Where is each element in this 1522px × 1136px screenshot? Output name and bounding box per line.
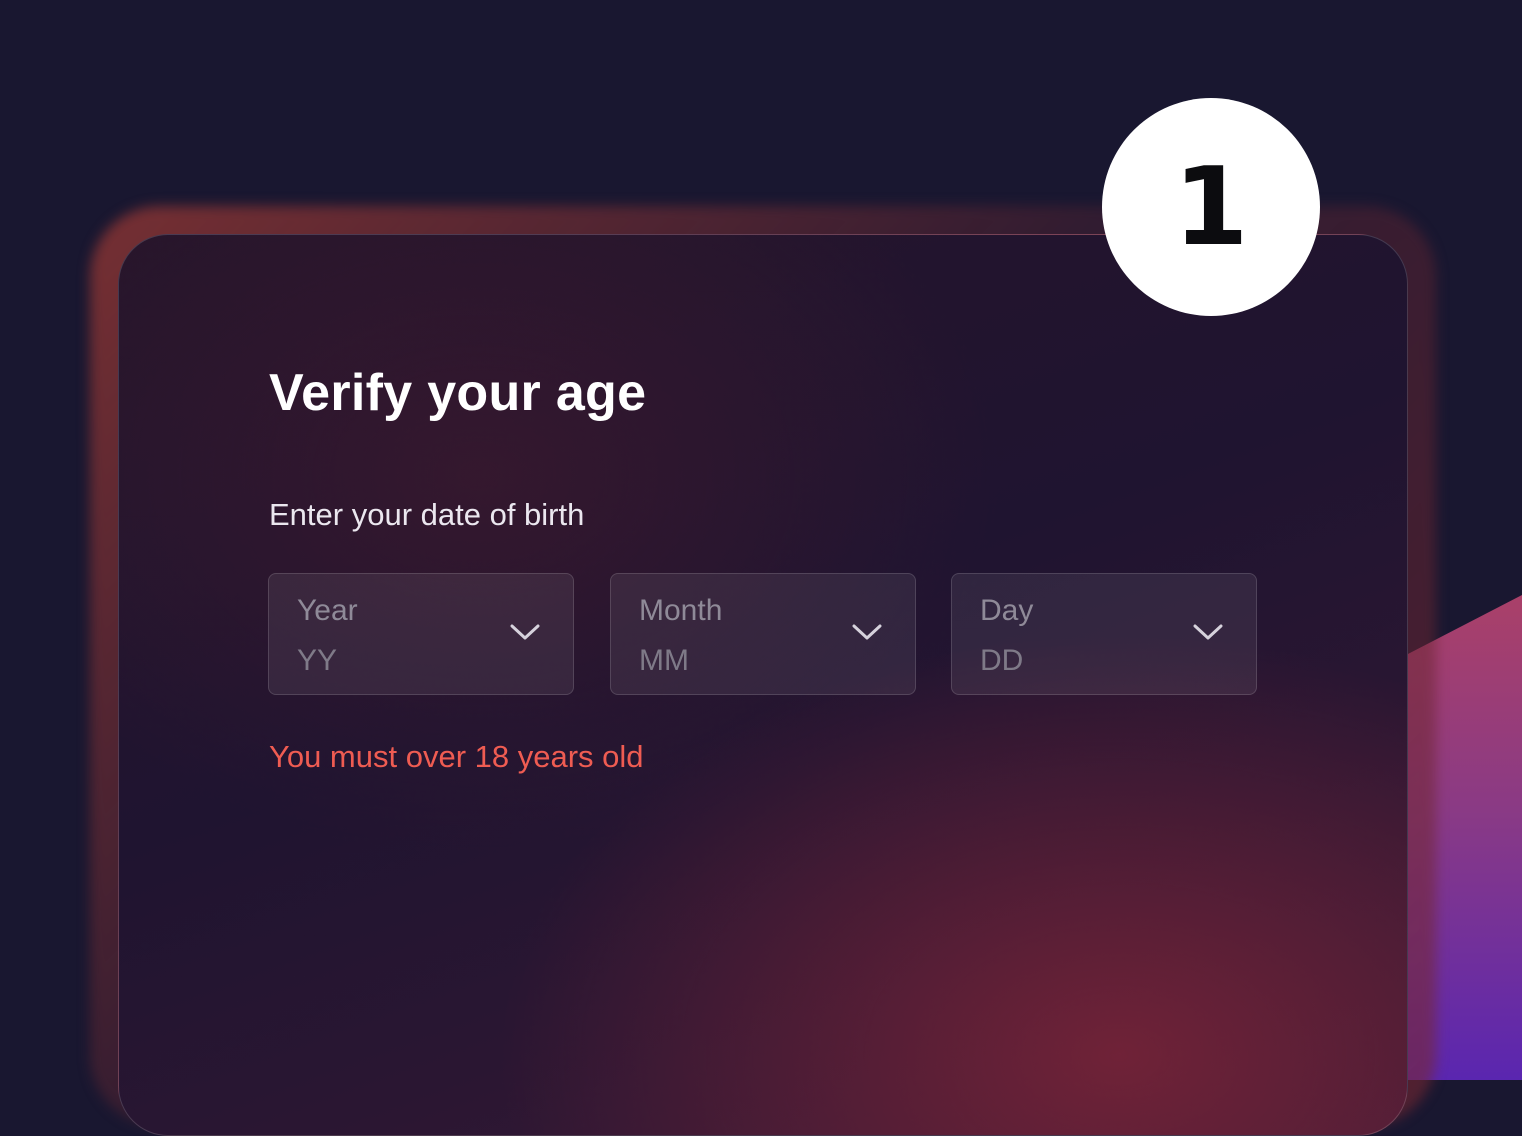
date-of-birth-prompt: Enter your date of birth (269, 497, 585, 532)
month-select[interactable]: Month MM (610, 573, 916, 695)
age-verification-card: Verify your age Enter your date of birth… (118, 234, 1408, 1136)
year-select-value: YY (297, 644, 338, 677)
page-title: Verify your age (269, 364, 647, 422)
day-select-value: DD (980, 644, 1024, 677)
chevron-down-icon (852, 624, 882, 640)
month-select-value: MM (639, 644, 689, 677)
year-select[interactable]: Year YY (268, 573, 574, 695)
chevron-down-icon (1193, 624, 1223, 640)
month-select-label: Month (639, 594, 723, 627)
chevron-down-icon (510, 624, 540, 640)
step-number-badge: 1 (1102, 98, 1320, 316)
day-select-label: Day (980, 594, 1034, 627)
day-select[interactable]: Day DD (951, 573, 1257, 695)
age-error-message: You must over 18 years old (269, 739, 644, 774)
year-select-label: Year (297, 594, 358, 627)
